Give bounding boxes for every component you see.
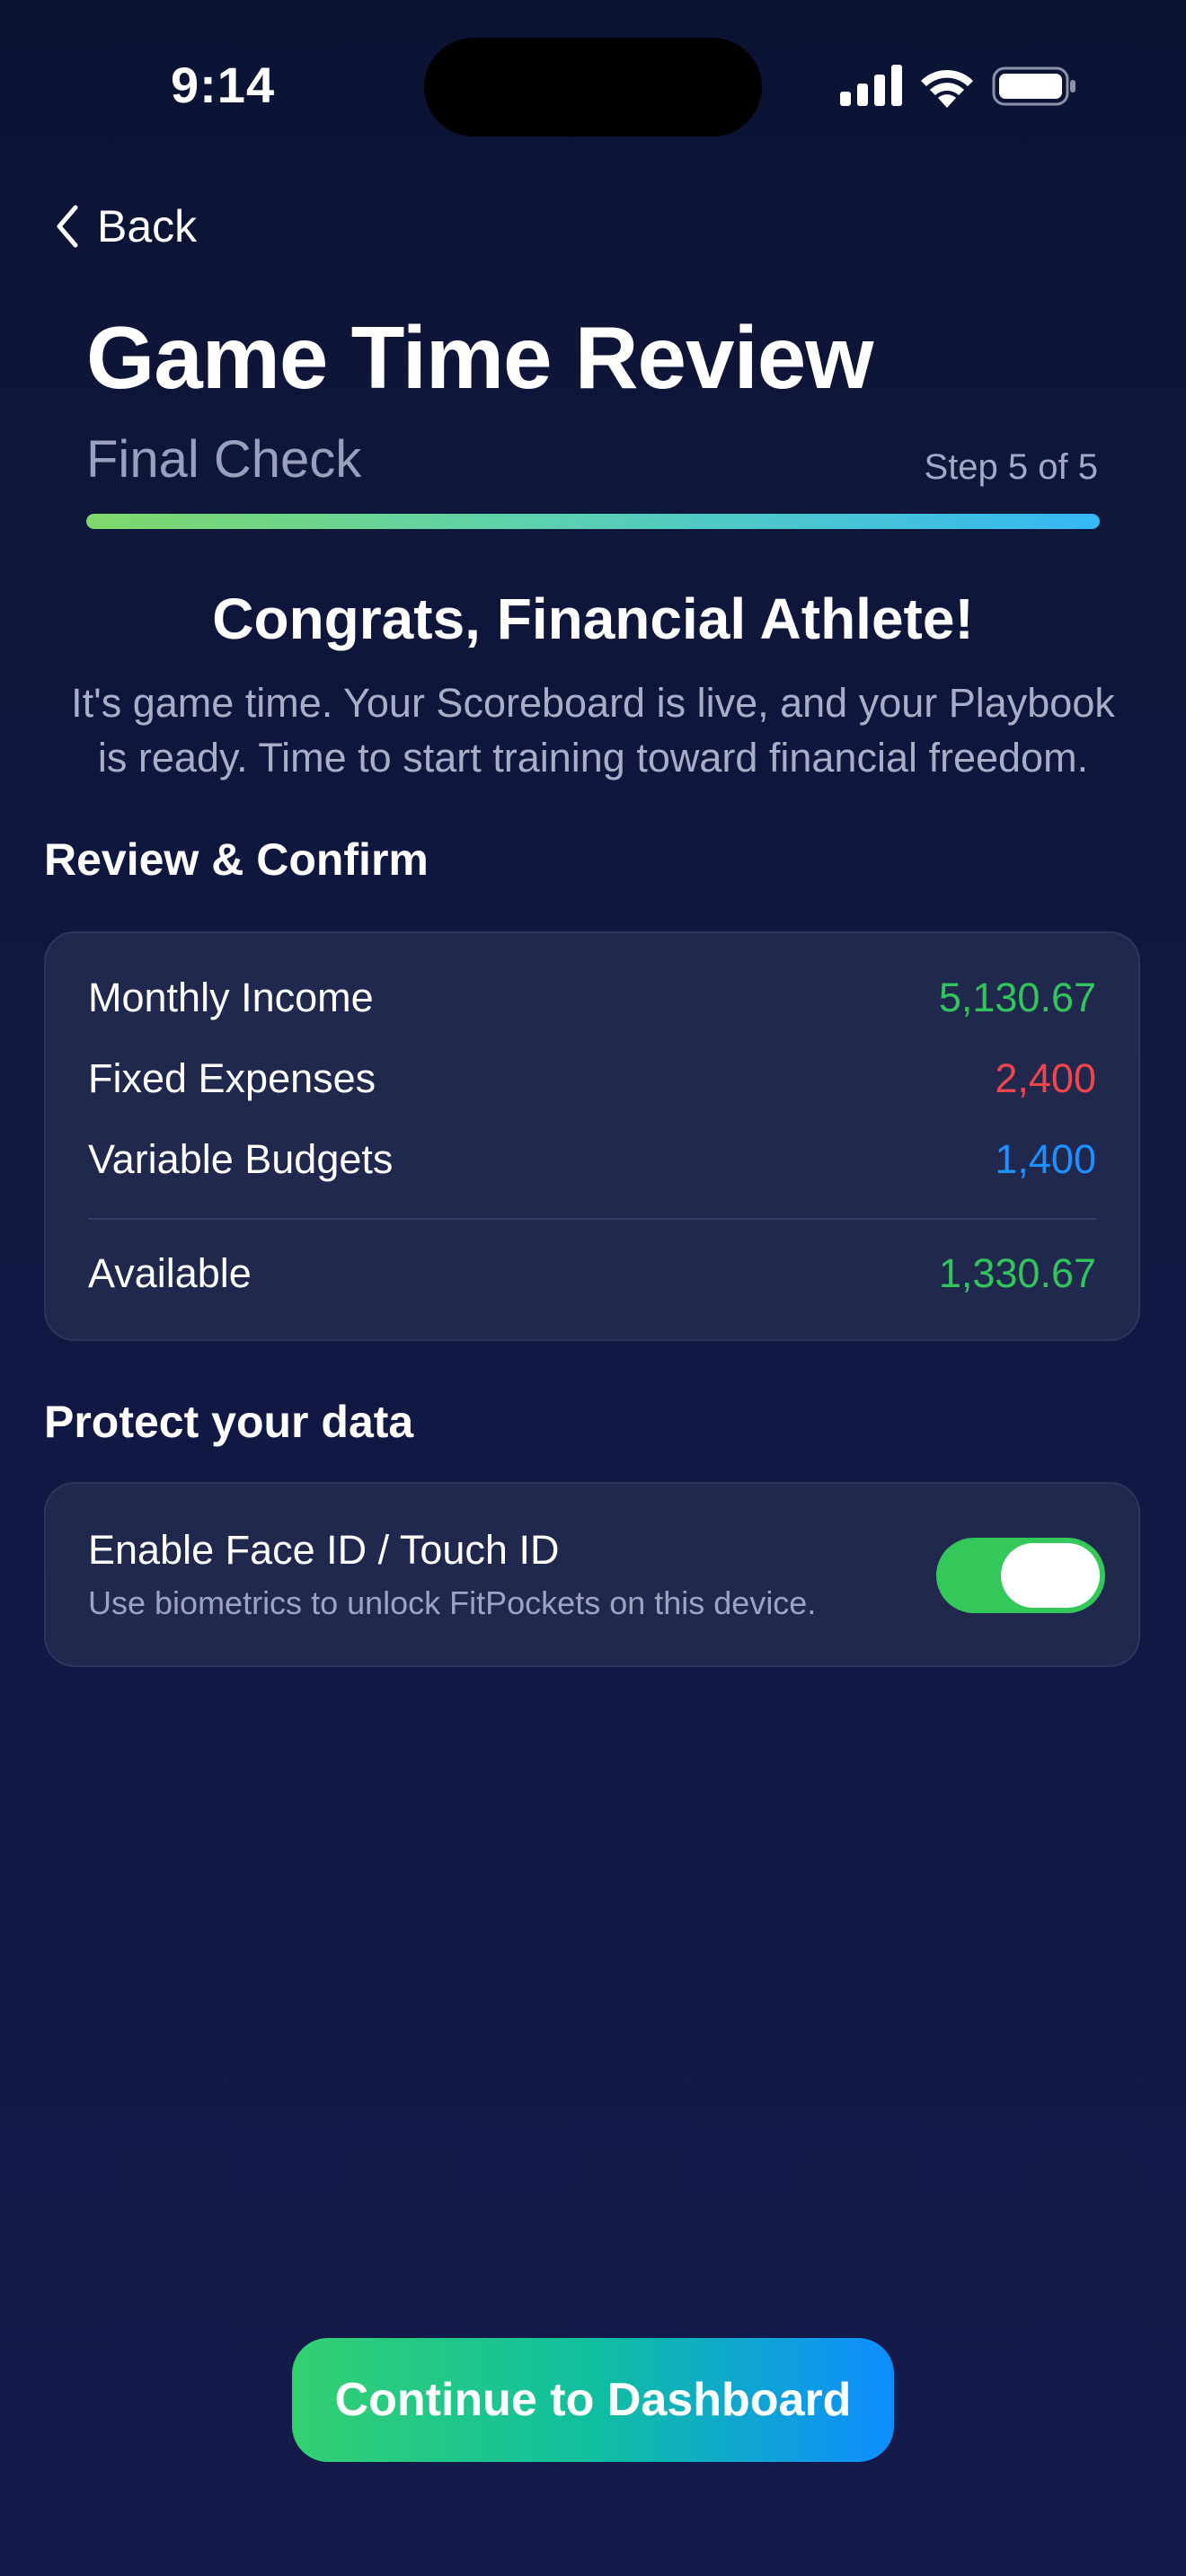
income-label: Monthly Income	[88, 975, 374, 1020]
dynamic-island	[424, 38, 762, 137]
wifi-icon	[921, 69, 973, 108]
chevron-left-icon	[57, 205, 78, 248]
back-label: Back	[97, 201, 198, 251]
progress-bar	[86, 514, 1100, 529]
step-indicator: Step 5 of 5	[924, 447, 1098, 487]
available-value: 1,330.67	[938, 1250, 1096, 1296]
status-time: 9:14	[171, 57, 276, 113]
fixed-expenses-label: Fixed Expenses	[88, 1055, 376, 1101]
summary-row-fixed-expenses: Fixed Expenses 2,400	[88, 1055, 1096, 1102]
biometrics-toggle[interactable]	[936, 1538, 1105, 1613]
summary-row-available: Available 1,330.67	[88, 1250, 1096, 1297]
fixed-expenses-value: 2,400	[995, 1055, 1096, 1101]
biometrics-title: Enable Face ID / Touch ID	[88, 1527, 560, 1573]
progress-fill	[86, 514, 1100, 529]
page-title: Game Time Review	[86, 308, 874, 407]
biometrics-card: Enable Face ID / Touch ID Use biometrics…	[44, 1482, 1140, 1667]
continue-to-dashboard-button[interactable]: Continue to Dashboard	[292, 2338, 894, 2462]
review-section-title: Review & Confirm	[44, 834, 429, 885]
variable-budgets-label: Variable Budgets	[88, 1136, 394, 1182]
summary-divider	[88, 1218, 1096, 1220]
summary-row-variable-budgets: Variable Budgets 1,400	[88, 1136, 1096, 1183]
intro-text: It's game time. Your Scoreboard is live,…	[45, 675, 1141, 785]
intro-line-2: is ready. Time to start training toward …	[97, 735, 1089, 781]
cellular-signal-icon	[840, 65, 902, 106]
available-label: Available	[88, 1250, 252, 1296]
back-button[interactable]: Back	[54, 199, 197, 253]
battery-icon	[992, 66, 1075, 106]
biometrics-description: Use biometrics to unlock FitPockets on t…	[88, 1584, 817, 1621]
protect-section-title: Protect your data	[44, 1397, 414, 1447]
income-value: 5,130.67	[938, 975, 1096, 1020]
congrats-heading: Congrats, Financial Athlete!	[212, 587, 974, 651]
toggle-knob	[1001, 1543, 1100, 1608]
variable-budgets-value: 1,400	[995, 1136, 1096, 1182]
intro-line-1: It's game time. Your Scoreboard is live,…	[71, 680, 1115, 726]
review-summary-card: Monthly Income 5,130.67 Fixed Expenses 2…	[44, 931, 1140, 1341]
summary-row-income: Monthly Income 5,130.67	[88, 975, 1096, 1021]
page-subtitle: Final Check	[86, 430, 362, 489]
